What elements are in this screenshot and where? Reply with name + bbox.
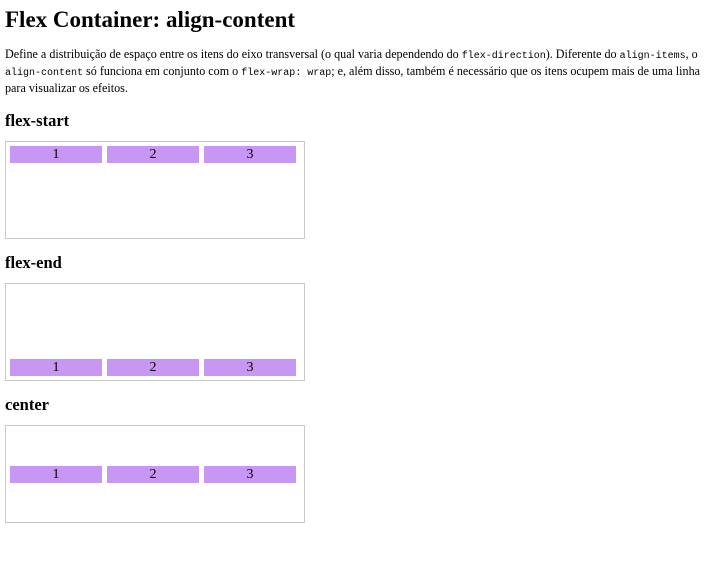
flex-item-3: 3 — [204, 146, 296, 163]
code-align-content: align-content — [5, 68, 84, 79]
flex-item-3: 3 — [204, 359, 296, 376]
flex-item-3: 3 — [204, 465, 296, 483]
description-text: ). Diferente do — [545, 47, 620, 61]
section-title-flex-end: flex-end — [5, 253, 62, 272]
code-flex-wrap: flex-wrap: wrap — [241, 68, 332, 79]
section-title-flex-start: flex-start — [5, 111, 70, 130]
flex-item-1: 1 — [10, 359, 102, 376]
flex-item-1: 1 — [10, 146, 102, 163]
page-description: Define a distribuição de espaço entre os… — [5, 47, 705, 96]
flex-item-1: 1 — [10, 465, 102, 483]
flex-container-flex-end: 1 2 3 — [5, 283, 305, 381]
section-flex-start: flex-start 1 2 3 — [5, 111, 705, 239]
section-center: center 1 2 3 — [5, 395, 705, 523]
code-align-items: align-items — [619, 51, 686, 62]
flex-item-2: 2 — [107, 359, 199, 376]
description-text: Define a distribuição de espaço entre os… — [5, 47, 462, 61]
description-text: , o — [685, 47, 698, 61]
flex-container-flex-start: 1 2 3 — [5, 141, 305, 239]
description-text: só funciona em conjunto com o — [83, 64, 242, 78]
section-title-center: center — [5, 395, 49, 414]
page-title: Flex Container: align-content — [5, 7, 296, 32]
flex-item-2: 2 — [107, 465, 199, 483]
section-flex-end: flex-end 1 2 3 — [5, 253, 705, 381]
flex-item-2: 2 — [107, 146, 199, 163]
flex-container-center: 1 2 3 — [5, 425, 305, 523]
code-flex-direction: flex-direction — [461, 51, 546, 62]
